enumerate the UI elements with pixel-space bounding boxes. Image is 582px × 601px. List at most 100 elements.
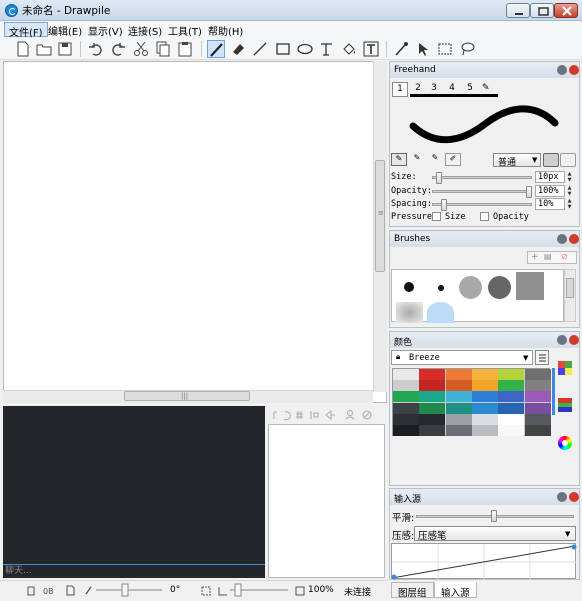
brush-mode-icon[interactable]: ✎ (409, 153, 425, 166)
add-preset-icon[interactable]: + (531, 252, 539, 262)
erase-mode-icon[interactable]: ✐ (445, 153, 461, 166)
color-swatch[interactable] (498, 380, 525, 392)
redo-icon[interactable] (109, 40, 127, 58)
preset-hard-round[interactable] (404, 282, 414, 292)
color-swatch[interactable] (498, 369, 525, 380)
color-swatch[interactable] (393, 413, 419, 425)
color-swatch-grid[interactable] (392, 368, 551, 436)
color-swatch[interactable] (524, 413, 551, 425)
minimize-button[interactable] (506, 3, 530, 18)
preset-tab-2[interactable]: 2 (410, 83, 426, 93)
bezier-tool-icon[interactable] (318, 40, 336, 58)
dock-close-button[interactable] (569, 234, 579, 244)
drawing-canvas[interactable] (3, 61, 387, 403)
lasso-select-icon[interactable] (458, 40, 476, 58)
chat-input[interactable]: 聊天... (3, 564, 265, 578)
swatch-view-icon[interactable] (558, 361, 572, 375)
palette-select[interactable]: 🔒︎ Breeze ▼ (391, 350, 533, 365)
menu-session[interactable]: 连接(S) (124, 22, 166, 38)
color-swatch[interactable] (393, 369, 419, 380)
color-swatch[interactable] (393, 380, 419, 392)
text-annotation-tool-icon[interactable] (362, 40, 380, 58)
pressure-size-checkbox[interactable] (432, 212, 441, 221)
spacing-slider-handle[interactable] (441, 199, 447, 211)
dock-close-button[interactable] (569, 65, 579, 75)
save-preset-icon[interactable]: ▤ (544, 252, 552, 261)
pressure-curve-editor[interactable] (391, 543, 577, 580)
preset-small-round[interactable] (438, 285, 444, 291)
smoothing-slider-handle[interactable] (491, 510, 497, 522)
color-swatch[interactable] (445, 380, 472, 392)
smudge-mode-icon[interactable]: ✎ (427, 153, 443, 166)
incremental-mode-icon[interactable] (543, 153, 559, 167)
menu-tools[interactable]: 工具(T) (164, 22, 206, 38)
color-swatch[interactable] (524, 391, 551, 403)
cut-icon[interactable] (132, 40, 150, 58)
preset-dark-round[interactable] (488, 276, 511, 299)
size-spin-arrows[interactable]: ▲ ▼ (565, 171, 574, 183)
new-file-icon[interactable] (14, 40, 32, 58)
spacing-spin-arrows[interactable]: ▲ ▼ (565, 198, 574, 210)
preset-tab-4[interactable]: 4 (444, 83, 460, 93)
spacing-slider-track[interactable] (432, 203, 532, 206)
preset-airbrush[interactable] (396, 302, 423, 323)
preset-tab-5[interactable]: 5 (462, 83, 478, 93)
color-swatch[interactable] (419, 402, 446, 414)
freehand-brush-tool-icon[interactable] (207, 40, 225, 58)
color-swatch[interactable] (471, 369, 498, 380)
pressure-opacity-checkbox[interactable] (480, 212, 489, 221)
brush-preset-grid[interactable] (391, 269, 564, 323)
color-swatch[interactable] (445, 413, 472, 425)
color-swatch[interactable] (498, 391, 525, 403)
color-slider-icon[interactable] (558, 398, 572, 412)
color-swatch[interactable] (445, 425, 472, 436)
color-swatch[interactable] (471, 380, 498, 392)
tab-layers[interactable]: 图层组 (391, 582, 434, 599)
dock-close-button[interactable] (569, 492, 579, 502)
preset-soft-gray[interactable] (459, 276, 482, 299)
opacity-spin-arrows[interactable]: ▲ ▼ (565, 185, 574, 197)
color-swatch[interactable] (393, 391, 419, 403)
undo-icon[interactable] (87, 40, 105, 58)
color-swatch[interactable] (445, 402, 472, 414)
preset-tab-1[interactable]: 1 (392, 82, 408, 97)
color-swatch[interactable] (471, 402, 498, 414)
color-swatch[interactable] (524, 425, 551, 436)
color-swatch[interactable] (498, 425, 525, 436)
preset-eraser-icon[interactable]: ✎ (482, 83, 496, 93)
menu-help[interactable]: 帮助(H) (204, 22, 247, 38)
size-spinbox[interactable]: 10px (535, 171, 565, 183)
indirect-mode-icon[interactable] (560, 153, 576, 167)
opacity-slider-handle[interactable] (526, 186, 532, 198)
open-folder-icon[interactable] (35, 40, 53, 58)
eraser-tool-icon[interactable] (229, 40, 247, 58)
size-slider-track[interactable] (432, 176, 532, 179)
color-wheel-icon[interactable] (558, 436, 572, 450)
rectangle-select-icon[interactable] (436, 40, 454, 58)
user-list[interactable] (268, 424, 385, 578)
color-swatch[interactable] (498, 413, 525, 425)
spacing-spinbox[interactable]: 10% (535, 198, 565, 210)
ellipse-tool-icon[interactable] (296, 40, 314, 58)
preset-tab-3[interactable]: 3 (426, 83, 442, 93)
preset-square[interactable] (516, 272, 544, 300)
close-button[interactable] (554, 3, 578, 18)
palette-menu-button[interactable] (535, 350, 549, 365)
size-slider-handle[interactable] (436, 172, 442, 184)
line-tool-icon[interactable] (251, 40, 269, 58)
color-swatch[interactable] (393, 402, 419, 414)
dock-float-button[interactable] (557, 234, 567, 244)
color-swatch[interactable] (419, 413, 446, 425)
color-swatch[interactable] (393, 425, 419, 436)
color-swatch[interactable] (445, 369, 472, 380)
color-swatch[interactable] (471, 391, 498, 403)
color-swatch[interactable] (524, 380, 551, 392)
dock-float-button[interactable] (557, 335, 567, 345)
color-swatch[interactable] (419, 425, 446, 436)
canvas-horizontal-scroll-thumb[interactable]: ||| (124, 391, 250, 401)
menu-view[interactable]: 显示(V) (84, 22, 127, 38)
color-swatch[interactable] (471, 425, 498, 436)
menu-edit[interactable]: 编辑(E) (44, 22, 86, 38)
delete-preset-icon[interactable]: ⊘ (561, 252, 568, 261)
opacity-slider-track[interactable] (432, 190, 532, 193)
